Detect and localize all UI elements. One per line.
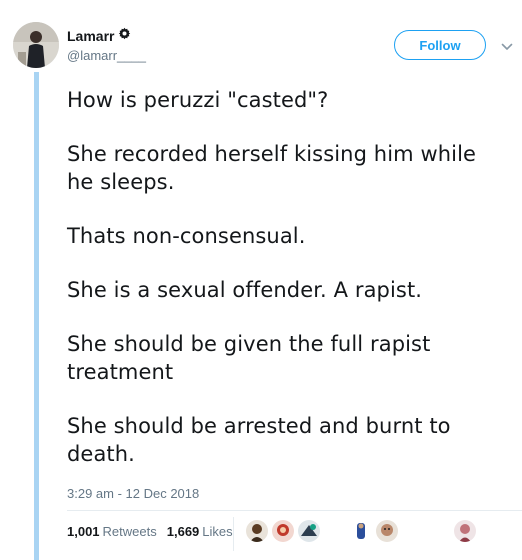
liker-avatar[interactable] — [298, 520, 320, 542]
tweet-card: Lamarr @lamarr____ Follow How is peruzzi… — [0, 0, 522, 560]
gear-badge-icon — [118, 27, 131, 45]
liker-avatar[interactable] — [246, 520, 268, 542]
liker-avatar[interactable] — [272, 520, 294, 542]
liker-avatars — [0, 520, 522, 546]
avatar-image — [13, 22, 59, 68]
tweet-text: How is peruzzi "casted"? She recorded he… — [67, 86, 507, 494]
liker-avatar[interactable] — [376, 520, 398, 542]
liker-avatar[interactable] — [454, 520, 476, 542]
tweet-paragraph: She recorded herself kissing him while h… — [67, 142, 477, 194]
chevron-down-icon[interactable] — [501, 39, 513, 50]
tweet-paragraph: How is peruzzi "casted"? — [67, 88, 329, 112]
author-block: Lamarr @lamarr____ — [67, 27, 146, 63]
author-avatar[interactable] — [13, 22, 59, 68]
stats-divider — [67, 510, 522, 511]
author-handle[interactable]: @lamarr____ — [67, 48, 146, 63]
tweet-paragraph: She should be arrested and burnt to deat… — [67, 414, 451, 466]
follow-button[interactable]: Follow — [394, 30, 486, 60]
thread-line — [34, 72, 39, 560]
author-name[interactable]: Lamarr — [67, 28, 114, 44]
tweet-paragraph: She is a sexual offender. A rapist. — [67, 278, 423, 302]
tweet-paragraph: Thats non-consensual. — [67, 224, 306, 248]
tweet-timestamp[interactable]: 3:29 am - 12 Dec 2018 — [67, 486, 199, 501]
tweet-paragraph: She should be given the full rapist trea… — [67, 332, 431, 384]
liker-avatar[interactable] — [350, 520, 372, 542]
